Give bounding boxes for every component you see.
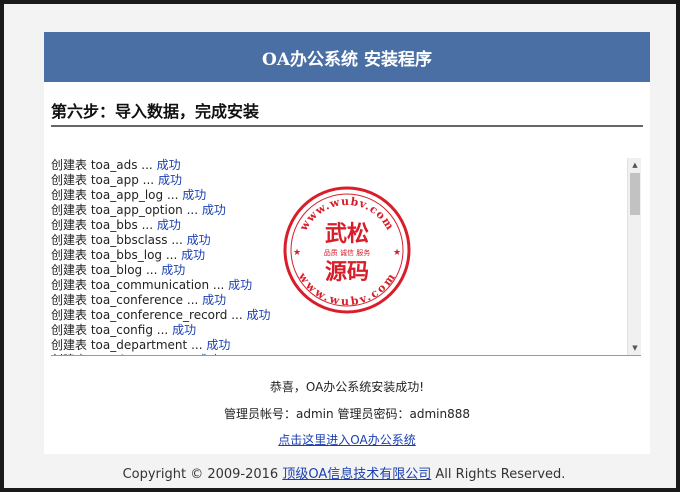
log-status: 成功: [246, 308, 271, 322]
install-panel: OA办公系统 安装程序 第六步：导入数据，完成安装 创建表 toa_ads ..…: [44, 32, 650, 454]
log-status: 成功: [228, 278, 253, 292]
log-table-name: toa_bbs: [90, 218, 138, 232]
log-prefix: 创建表: [51, 248, 88, 262]
log-prefix: 创建表: [51, 353, 87, 355]
log-table-name: toa_app_log: [90, 188, 164, 202]
log-table-name: toa_bbs_log: [90, 248, 163, 262]
step-title: 第六步：导入数据，完成安装: [51, 102, 260, 121]
log-prefix: 创建表: [51, 278, 88, 292]
log-table-name: toa_config: [90, 323, 153, 337]
log-separator: ...: [141, 218, 154, 232]
log-line: 创建表 toa_ads ... 成功: [51, 158, 621, 173]
log-prefix: 创建表: [51, 293, 88, 307]
log-status: 成功: [196, 353, 220, 355]
footer: Copyright © 2009-2016 顶级OA信息技术有限公司 All R…: [4, 463, 680, 482]
log-separator: ...: [186, 293, 199, 307]
log-separator: ...: [141, 158, 153, 172]
install-success-message: 恭喜，OA办公系统安装成功!: [269, 380, 425, 394]
log-status: 成功: [186, 233, 211, 247]
admin-password-label: 管理员密码：: [337, 407, 410, 421]
log-scrollbar[interactable]: ▲ ▼: [627, 158, 641, 355]
log-separator: ...: [231, 308, 243, 322]
log-prefix: 创建表: [51, 263, 88, 277]
divider: [51, 125, 643, 127]
log-separator: ...: [166, 188, 179, 202]
log-separator: ...: [212, 278, 225, 292]
log-status: 成功: [181, 248, 206, 262]
log-table-name: toa_app_option: [90, 203, 183, 217]
footer-company-link[interactable]: 顶级OA信息技术有限公司: [282, 467, 431, 482]
log-table-name: toa_bbsclass: [90, 233, 168, 247]
log-line: 创建表 toa_config ... 成功: [51, 323, 621, 338]
stamp-slogan: 品质 诚信 服务: [324, 248, 370, 257]
log-prefix: 创建表: [51, 158, 88, 172]
stamp-line1: 武松: [325, 221, 369, 247]
admin-account-value: admin: [296, 407, 334, 421]
log-prefix: 创建表: [51, 218, 88, 232]
admin-password-value: admin888: [409, 407, 470, 421]
log-status: 成功: [156, 158, 181, 172]
log-table-name: toa_department: [90, 338, 188, 352]
log-prefix: 创建表: [51, 338, 88, 352]
log-status: 成功: [157, 173, 182, 187]
log-separator: ...: [191, 338, 203, 352]
enter-system-row: 点击这里进入OA办公系统: [44, 431, 650, 448]
log-table-name: toa_blog: [90, 263, 143, 277]
log-separator: ...: [156, 323, 169, 337]
watermark-stamp: www.wubv.com www.wubv.com 武松 品质 诚信 服务 ★ …: [283, 186, 411, 314]
scroll-thumb[interactable]: [630, 173, 640, 215]
log-prefix: 创建表: [51, 233, 88, 247]
log-table-name: toa_ads: [90, 158, 138, 172]
log-table-name: toa_conference_record: [90, 308, 228, 322]
stamp-line2: 源码: [325, 259, 369, 285]
log-separator: ...: [145, 263, 158, 277]
installer-title: OA办公系统 安装程序: [262, 49, 432, 70]
log-separator: ...: [186, 203, 199, 217]
log-line: 创建表 toa_document ... 成功: [51, 353, 621, 355]
log-separator: ...: [165, 248, 178, 262]
log-status: 成功: [201, 203, 226, 217]
log-prefix: 创建表: [51, 173, 88, 187]
log-status: 成功: [161, 263, 186, 277]
log-line: 创建表 toa_department ... 成功: [51, 338, 621, 353]
log-separator: ...: [142, 173, 155, 187]
log-prefix: 创建表: [51, 323, 88, 337]
log-table-name: toa_communication: [90, 278, 210, 292]
log-table-name: toa_conference: [90, 293, 184, 307]
log-status: 成功: [172, 323, 197, 337]
log-prefix: 创建表: [51, 203, 88, 217]
admin-credentials: 管理员帐号：admin 管理员密码：admin888: [44, 405, 650, 422]
footer-copyright: Copyright © 2009-2016: [122, 467, 279, 482]
log-prefix: 创建表: [51, 188, 88, 202]
log-status: 成功: [182, 188, 207, 202]
log-status: 成功: [206, 338, 231, 352]
admin-account-label: 管理员帐号：: [224, 407, 297, 421]
log-separator: ...: [181, 353, 192, 355]
window-frame: OA办公系统 安装程序 第六步：导入数据，完成安装 创建表 toa_ads ..…: [0, 0, 680, 492]
log-separator: ...: [171, 233, 183, 247]
installer-header: OA办公系统 安装程序: [44, 32, 650, 82]
enter-system-link[interactable]: 点击这里进入OA办公系统: [278, 433, 415, 447]
log-table-name: toa_app: [90, 173, 139, 187]
footer-rights: All Rights Reserved.: [435, 467, 566, 482]
scroll-down-arrow-icon[interactable]: ▼: [628, 341, 641, 355]
log-prefix: 创建表: [51, 308, 88, 322]
log-status: 成功: [156, 218, 181, 232]
stamp-star-right-icon: ★: [393, 248, 401, 258]
scroll-up-arrow-icon[interactable]: ▲: [628, 158, 641, 172]
log-status: 成功: [202, 293, 227, 307]
log-table-name: toa_document: [91, 353, 177, 355]
stamp-star-left-icon: ★: [293, 248, 301, 258]
